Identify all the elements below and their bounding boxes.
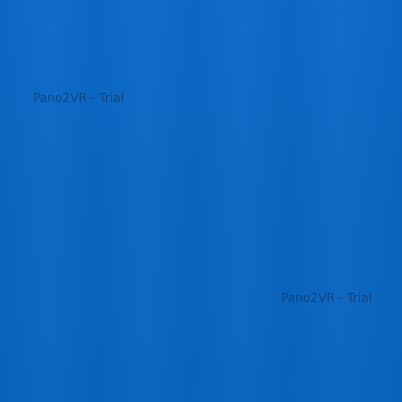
trial-watermark: Pano2VR - Trial: [33, 91, 125, 105]
trial-watermark: Pano2VR - Trial: [281, 291, 373, 305]
panorama-viewer[interactable]: Pano2VR - Trial Pano2VR - Trial: [0, 0, 402, 402]
